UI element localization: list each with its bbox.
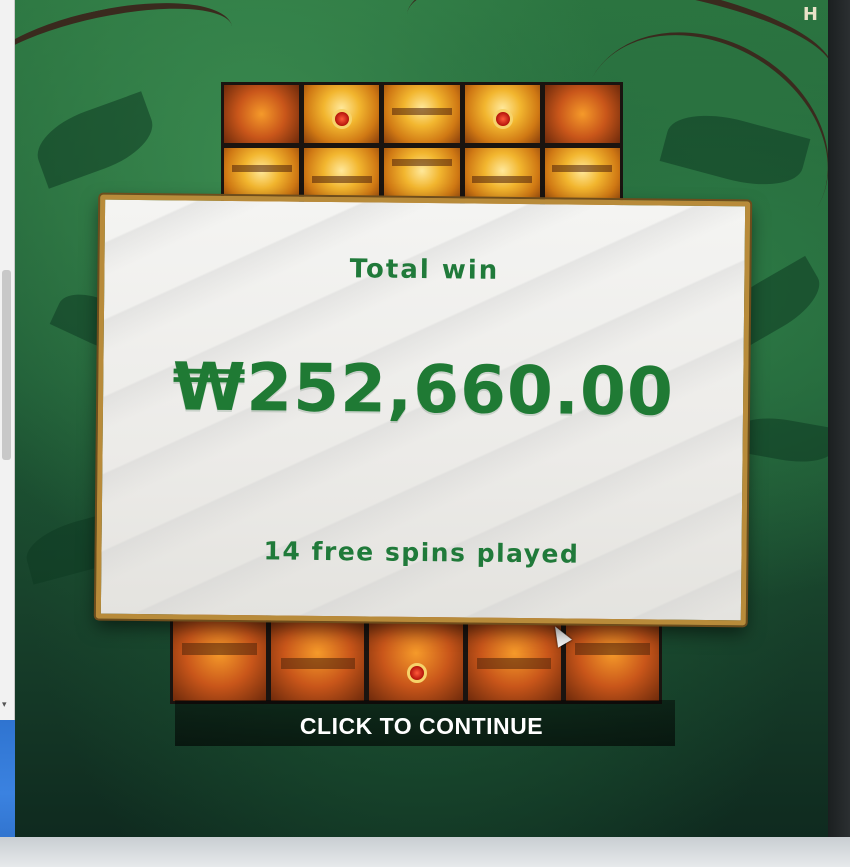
totem-band: [391, 159, 453, 166]
totem-band: [182, 643, 257, 655]
scroll-down-arrow-icon[interactable]: ▾: [2, 700, 7, 710]
foliage-leaf: [28, 91, 162, 189]
totem-tile: [464, 147, 540, 205]
totem-eye: [492, 109, 513, 129]
totem-band: [311, 176, 372, 184]
totem-band: [476, 657, 552, 670]
total-win-title: Total win: [349, 254, 500, 286]
totem-band: [472, 176, 533, 184]
monitor-bezel: [828, 0, 850, 867]
totem-band: [280, 657, 356, 670]
totem-top: [221, 82, 623, 208]
totem-eye: [332, 109, 353, 129]
totem-band: [552, 164, 613, 172]
monitor-bottom-bezel: [0, 837, 850, 867]
totem-tile: [384, 85, 460, 143]
totem-tile: [464, 85, 540, 143]
free-spins-played-label: 14 free spins played: [263, 536, 580, 569]
totem-eye: [407, 663, 428, 683]
totem-tile: [304, 85, 380, 143]
totem-tile: [224, 85, 300, 143]
totem-tile: [544, 85, 620, 143]
totem-tile: [384, 147, 460, 205]
total-win-amount: ₩252,660.00: [172, 348, 675, 431]
click-to-continue-button[interactable]: CLICK TO CONTINUE: [15, 713, 828, 740]
game-logo-icon: H: [802, 4, 818, 25]
scroll-thumb[interactable]: [2, 270, 11, 460]
totem-band: [231, 164, 292, 172]
totem-band: [391, 108, 453, 115]
totem-band: [575, 643, 650, 655]
totem-tile: [544, 147, 620, 205]
total-win-panel: Total win ₩252,660.00 14 free spins play…: [95, 194, 751, 626]
browser-scrollbar[interactable]: ▾: [0, 0, 15, 720]
